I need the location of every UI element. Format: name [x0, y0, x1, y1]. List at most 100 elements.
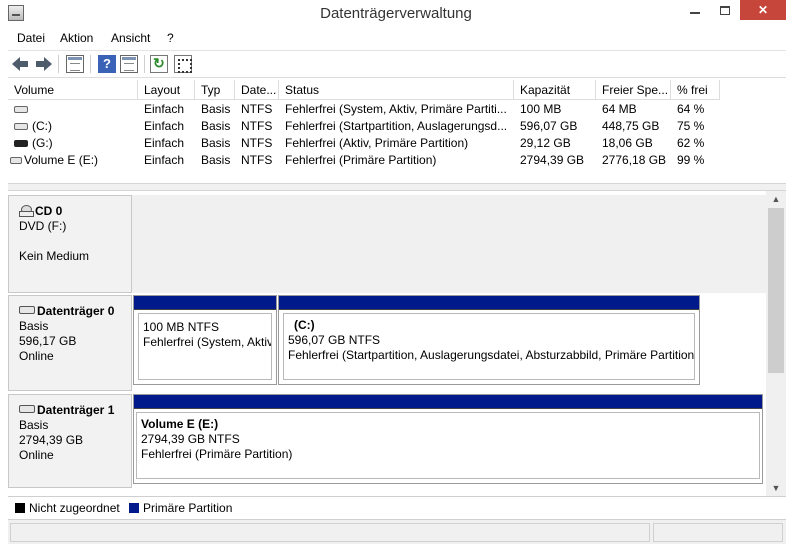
- column-header-freier-speicher[interactable]: Freier Spe...: [596, 80, 671, 100]
- prozent-cell: 75 %: [677, 119, 705, 133]
- help-panel-icon[interactable]: [120, 55, 138, 73]
- toolbar-separator: [90, 55, 91, 73]
- legend-label-unallocated: Nicht zugeordnet: [29, 501, 120, 515]
- status-segment: [653, 523, 783, 542]
- drive-icon: [10, 157, 22, 165]
- layout-cell: Einfach: [144, 119, 185, 133]
- legend-bar: Nicht zugeordnet Primäre Partition: [8, 496, 786, 518]
- legend-label-primary: Primäre Partition: [143, 501, 233, 515]
- menu-help[interactable]: ?: [167, 31, 174, 45]
- disk-type: Basis: [19, 418, 49, 432]
- disk-state: Online: [19, 448, 54, 462]
- menu-bar: Datei Aktion Ansicht ?: [8, 28, 786, 50]
- column-header-layout[interactable]: Layout: [138, 80, 195, 100]
- properties-icon[interactable]: [174, 55, 192, 73]
- layout-cell: Einfach: [144, 136, 185, 150]
- disk-label-disk0[interactable]: Datenträger 0 Basis 596,17 GB Online: [8, 295, 132, 391]
- cd-drive-icon: [19, 205, 34, 217]
- layout-cell: Einfach: [144, 153, 185, 167]
- partition-status: Fehlerfrei (Startpartition, Auslagerungs…: [288, 348, 694, 362]
- status-cell: Fehlerfrei (System, Aktiv, Primäre Parti…: [285, 102, 507, 116]
- vertical-scrollbar[interactable]: ▲ ▼: [766, 191, 786, 496]
- toolbar: ?: [8, 50, 786, 78]
- partition-e[interactable]: Volume E (E:) 2794,39 GB NTFS Fehlerfrei…: [133, 394, 763, 484]
- scroll-thumb[interactable]: [768, 208, 784, 373]
- status-bar: [8, 519, 786, 544]
- partition-status: Fehlerfrei (Primäre Partition): [141, 447, 293, 461]
- pane-splitter[interactable]: [8, 183, 786, 191]
- disk-graphical-view: CD 0 DVD (F:) Kein Medium Datenträger 0 …: [8, 191, 766, 496]
- title-bar: Datenträgerverwaltung ✕: [0, 0, 792, 28]
- typ-cell: Basis: [201, 153, 231, 167]
- partition-status: Fehlerfrei (System, Aktiv, Primäre Parti…: [143, 335, 271, 349]
- close-icon: ✕: [757, 3, 769, 17]
- disk-size: 2794,39 GB: [19, 433, 84, 447]
- disk-label-cd0[interactable]: CD 0 DVD (F:) Kein Medium: [8, 195, 132, 293]
- partition-size: 596,07 GB NTFS: [288, 333, 381, 347]
- disk-size: 596,17 GB: [19, 334, 77, 348]
- column-header-kapazitaet[interactable]: Kapazität: [514, 80, 596, 100]
- status-cell: Fehlerfrei (Startpartition, Auslagerungs…: [285, 119, 508, 133]
- disk0-partitions: 100 MB NTFS Fehlerfrei (System, Aktiv, P…: [132, 295, 766, 391]
- maximize-button[interactable]: [711, 0, 739, 20]
- toolbar-separator: [144, 55, 145, 73]
- partition-system-reserved[interactable]: 100 MB NTFS Fehlerfrei (System, Aktiv, P…: [133, 295, 277, 385]
- scroll-down-arrow-icon[interactable]: ▼: [766, 480, 786, 496]
- partition-size: 2794,39 GB NTFS: [141, 432, 240, 446]
- dateisystem-cell: NTFS: [241, 119, 273, 133]
- column-header-typ[interactable]: Typ: [195, 80, 235, 100]
- status-segment: [10, 523, 650, 542]
- menu-aktion[interactable]: Aktion: [60, 31, 93, 45]
- status-cell: Fehlerfrei (Primäre Partition): [285, 153, 437, 167]
- frei-cell: 64 MB: [602, 102, 637, 116]
- menu-ansicht[interactable]: Ansicht: [111, 31, 150, 45]
- forward-button[interactable]: [34, 55, 52, 73]
- column-header-volume[interactable]: Volume: [8, 80, 138, 100]
- disk-row-disk0: Datenträger 0 Basis 596,17 GB Online 100…: [8, 295, 766, 391]
- column-header-dateisystem[interactable]: Date...: [235, 80, 279, 100]
- column-header-prozent-frei[interactable]: % frei: [671, 80, 720, 100]
- disk-media: Kein Medium: [19, 249, 90, 263]
- kapazitaet-cell: 2794,39 GB: [520, 153, 585, 167]
- drive-icon: [14, 106, 28, 114]
- row-volume-cell: (G:): [8, 135, 138, 152]
- row-volume-cell: [8, 101, 138, 118]
- back-arrow-icon: [12, 57, 20, 71]
- typ-cell: Basis: [201, 136, 231, 150]
- disk-state: Online: [19, 349, 54, 363]
- partition-size: 100 MB NTFS: [143, 320, 220, 334]
- toolbar-separator: [58, 55, 59, 73]
- partition-info: Volume E (E:) 2794,39 GB NTFS Fehlerfrei…: [136, 412, 760, 479]
- status-cell: Fehlerfrei (Aktiv, Primäre Partition): [285, 136, 469, 150]
- partition-info: 100 MB NTFS Fehlerfrei (System, Aktiv, P…: [138, 313, 272, 380]
- dateisystem-cell: NTFS: [241, 136, 273, 150]
- back-button[interactable]: [12, 55, 30, 73]
- partition-c[interactable]: (C:) 596,07 GB NTFS Fehlerfrei (Startpar…: [278, 295, 700, 385]
- cd0-empty-area: [132, 195, 766, 293]
- column-header-status[interactable]: Status: [279, 80, 514, 100]
- primary-partition-bar: [134, 395, 762, 409]
- primary-partition-bar: [279, 296, 699, 310]
- hard-disk-icon: [19, 306, 35, 314]
- console-tree-icon[interactable]: [66, 55, 84, 73]
- minimize-button[interactable]: [680, 0, 710, 20]
- help-icon[interactable]: ?: [98, 55, 116, 73]
- disk-type: Basis: [19, 319, 49, 333]
- disk-name: Datenträger 1: [37, 403, 115, 417]
- primary-partition-bar: [134, 296, 276, 310]
- disk-label-disk1[interactable]: Datenträger 1 Basis 2794,39 GB Online: [8, 394, 132, 488]
- scroll-up-arrow-icon[interactable]: ▲: [766, 191, 786, 207]
- kapazitaet-cell: 596,07 GB: [520, 119, 578, 133]
- prozent-cell: 62 %: [677, 136, 705, 150]
- close-button[interactable]: ✕: [740, 0, 786, 20]
- disk-row-cd0: CD 0 DVD (F:) Kein Medium: [8, 195, 766, 293]
- disk-row-disk1: Datenträger 1 Basis 2794,39 GB Online Vo…: [8, 394, 766, 488]
- menu-datei[interactable]: Datei: [17, 31, 45, 45]
- window-title: Datenträgerverwaltung: [320, 5, 472, 22]
- refresh-icon[interactable]: [150, 55, 168, 73]
- minimize-icon: [690, 11, 700, 14]
- volume-name: Volume E (E:): [24, 153, 99, 167]
- partition-info: (C:) 596,07 GB NTFS Fehlerfrei (Startpar…: [283, 313, 695, 380]
- partition-title: (C:): [294, 318, 315, 332]
- disk1-partitions: Volume E (E:) 2794,39 GB NTFS Fehlerfrei…: [132, 394, 766, 488]
